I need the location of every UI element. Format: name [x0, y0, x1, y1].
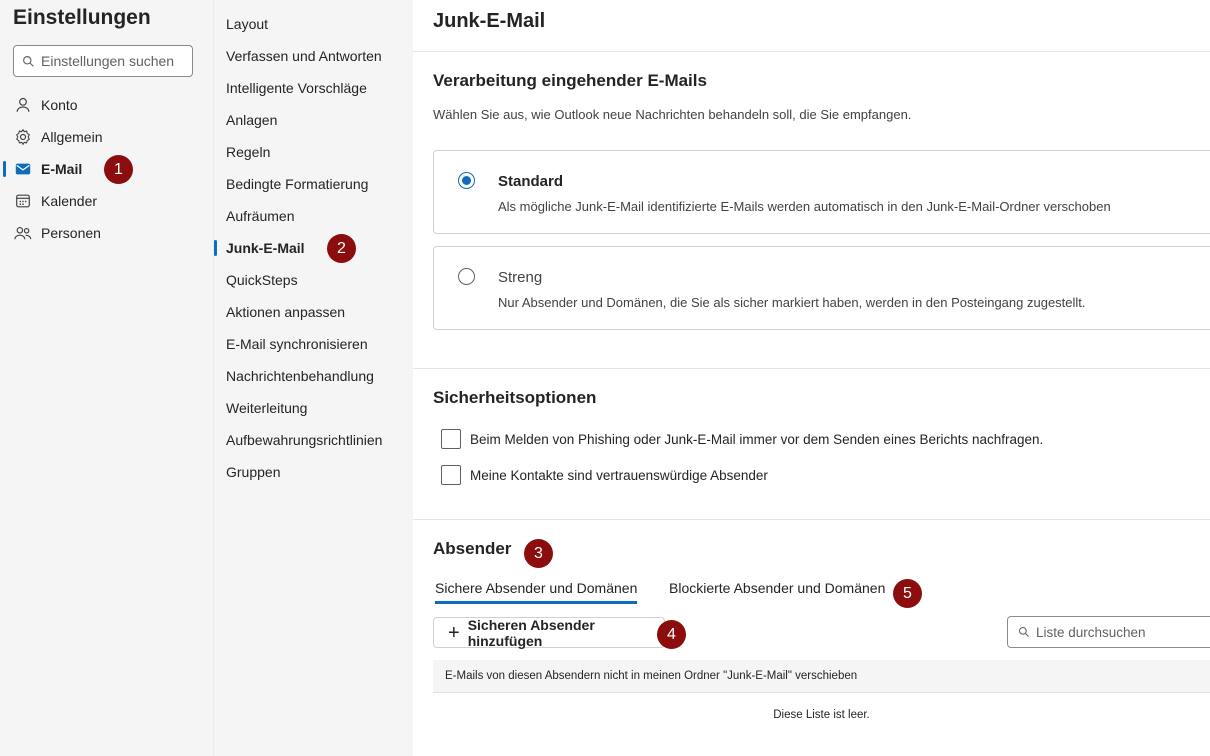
- plus-icon: +: [448, 621, 460, 644]
- radio-option-standard[interactable]: Standard Als mögliche Junk-E-Mail identi…: [433, 150, 1210, 234]
- nav-item-kalender[interactable]: Kalender: [0, 185, 213, 217]
- nav-item-label: Konto: [41, 97, 78, 113]
- checkbox-contacts[interactable]: [441, 465, 461, 485]
- active-indicator: [214, 240, 217, 256]
- checkbox-row-contacts[interactable]: Meine Kontakte sind vertrauenswürdige Ab…: [441, 465, 768, 485]
- email-subnav: Layout Verfassen und Antworten Intellige…: [213, 0, 413, 756]
- active-indicator: [3, 161, 6, 177]
- security-heading: Sicherheitsoptionen: [433, 388, 597, 407]
- incoming-heading: Verarbeitung eingehender E-Mails: [433, 71, 707, 90]
- nav-item-label: Kalender: [41, 193, 98, 209]
- nav-item-allgemein[interactable]: Allgemein: [0, 121, 213, 153]
- radio-title: Standard: [498, 173, 564, 190]
- add-button-label: Sicheren Absender hinzufügen: [467, 616, 595, 649]
- nav-item-label: E-Mail: [41, 161, 83, 177]
- checkbox-label: Meine Kontakte sind vertrauenswürdige Ab…: [470, 467, 768, 483]
- checkbox-row-phishing[interactable]: Beim Melden von Phishing oder Junk-E-Mai…: [441, 429, 1043, 449]
- subnav-item-aufbewahrung[interactable]: Aufbewahrungsrichtlinien: [214, 424, 414, 456]
- divider: [413, 368, 1210, 369]
- subnav-item-aktionen[interactable]: Aktionen anpassen: [214, 296, 414, 328]
- subnav-item-weiterleitung[interactable]: Weiterleitung: [214, 392, 414, 424]
- checkbox-label: Beim Melden von Phishing oder Junk-E-Mai…: [470, 431, 1044, 447]
- radio-button-streng[interactable]: [458, 268, 475, 285]
- list-search-input[interactable]: [1036, 624, 1206, 640]
- radio-description: Als mögliche Junk-E-Mail identifizierte …: [498, 199, 1111, 214]
- senders-heading: Absender: [433, 539, 512, 558]
- subnav-item-aufraeumen[interactable]: Aufräumen: [214, 200, 414, 232]
- settings-search-box[interactable]: [13, 45, 193, 77]
- search-icon: [22, 55, 35, 68]
- settings-sidebar: Einstellungen Konto Allgemein E-Mail: [0, 0, 213, 756]
- page-title: Junk-E-Mail: [433, 10, 546, 32]
- people-icon: [13, 223, 33, 243]
- table-header: E-Mails von diesen Absendern nicht in me…: [433, 660, 1210, 693]
- incoming-description: Wählen Sie aus, wie Outlook neue Nachric…: [433, 107, 912, 122]
- subnav-item-verfassen[interactable]: Verfassen und Antworten: [214, 40, 414, 72]
- settings-search-input[interactable]: [41, 53, 181, 69]
- tab-safe-senders[interactable]: Sichere Absender und Domänen: [435, 580, 638, 604]
- divider: [413, 519, 1210, 520]
- nav-item-konto[interactable]: Konto: [0, 89, 213, 121]
- radio-description: Nur Absender und Domänen, die Sie als si…: [498, 295, 1086, 310]
- add-safe-sender-button[interactable]: + Sicheren Absender hinzufügen: [433, 616, 665, 649]
- empty-list-message: Diese Liste ist leer.: [773, 709, 870, 721]
- subnav-item-regeln[interactable]: Regeln: [214, 136, 414, 168]
- mail-icon: [13, 159, 33, 179]
- radio-title: Streng: [498, 269, 543, 286]
- checkbox-phishing[interactable]: [441, 429, 461, 449]
- person-icon: [13, 95, 33, 115]
- subnav-item-layout[interactable]: Layout: [214, 8, 414, 40]
- radio-button-standard[interactable]: [458, 172, 475, 189]
- subnav-list: Layout Verfassen und Antworten Intellige…: [214, 8, 414, 488]
- subnav-item-label: Junk-E-Mail: [226, 240, 305, 256]
- annotation-badge: 2: [327, 234, 356, 263]
- annotation-badge: 3: [524, 539, 553, 568]
- subnav-item-quicksteps[interactable]: QuickSteps: [214, 264, 414, 296]
- tab-blocked-senders[interactable]: Blockierte Absender und Domänen: [669, 580, 885, 596]
- subnav-item-vorschlaege[interactable]: Intelligente Vorschläge: [214, 72, 414, 104]
- main-content: Junk-E-Mail Verarbeitung eingehender E-M…: [413, 0, 1210, 756]
- nav-item-personen[interactable]: Personen: [0, 217, 213, 249]
- nav-item-label: Personen: [41, 225, 101, 241]
- annotation-badge: 1: [104, 155, 133, 184]
- gear-icon: [13, 127, 33, 147]
- subnav-item-anlagen[interactable]: Anlagen: [214, 104, 414, 136]
- subnav-item-synchronisieren[interactable]: E-Mail synchronisieren: [214, 328, 414, 360]
- subnav-item-formatierung[interactable]: Bedingte Formatierung: [214, 168, 414, 200]
- radio-option-streng[interactable]: Streng Nur Absender und Domänen, die Sie…: [433, 246, 1210, 330]
- nav-item-label: Allgemein: [41, 129, 103, 145]
- search-icon: [1018, 626, 1030, 638]
- annotation-badge: 4: [657, 620, 686, 649]
- subnav-item-nachrichtenbehandlung[interactable]: Nachrichtenbehandlung: [214, 360, 414, 392]
- calendar-icon: [13, 191, 33, 211]
- app-title: Einstellungen: [13, 6, 151, 29]
- list-search-box[interactable]: [1007, 616, 1210, 648]
- subnav-item-junk[interactable]: Junk-E-Mail: [214, 232, 414, 264]
- divider: [413, 51, 1210, 52]
- subnav-item-gruppen[interactable]: Gruppen: [214, 456, 414, 488]
- annotation-badge: 5: [893, 579, 922, 608]
